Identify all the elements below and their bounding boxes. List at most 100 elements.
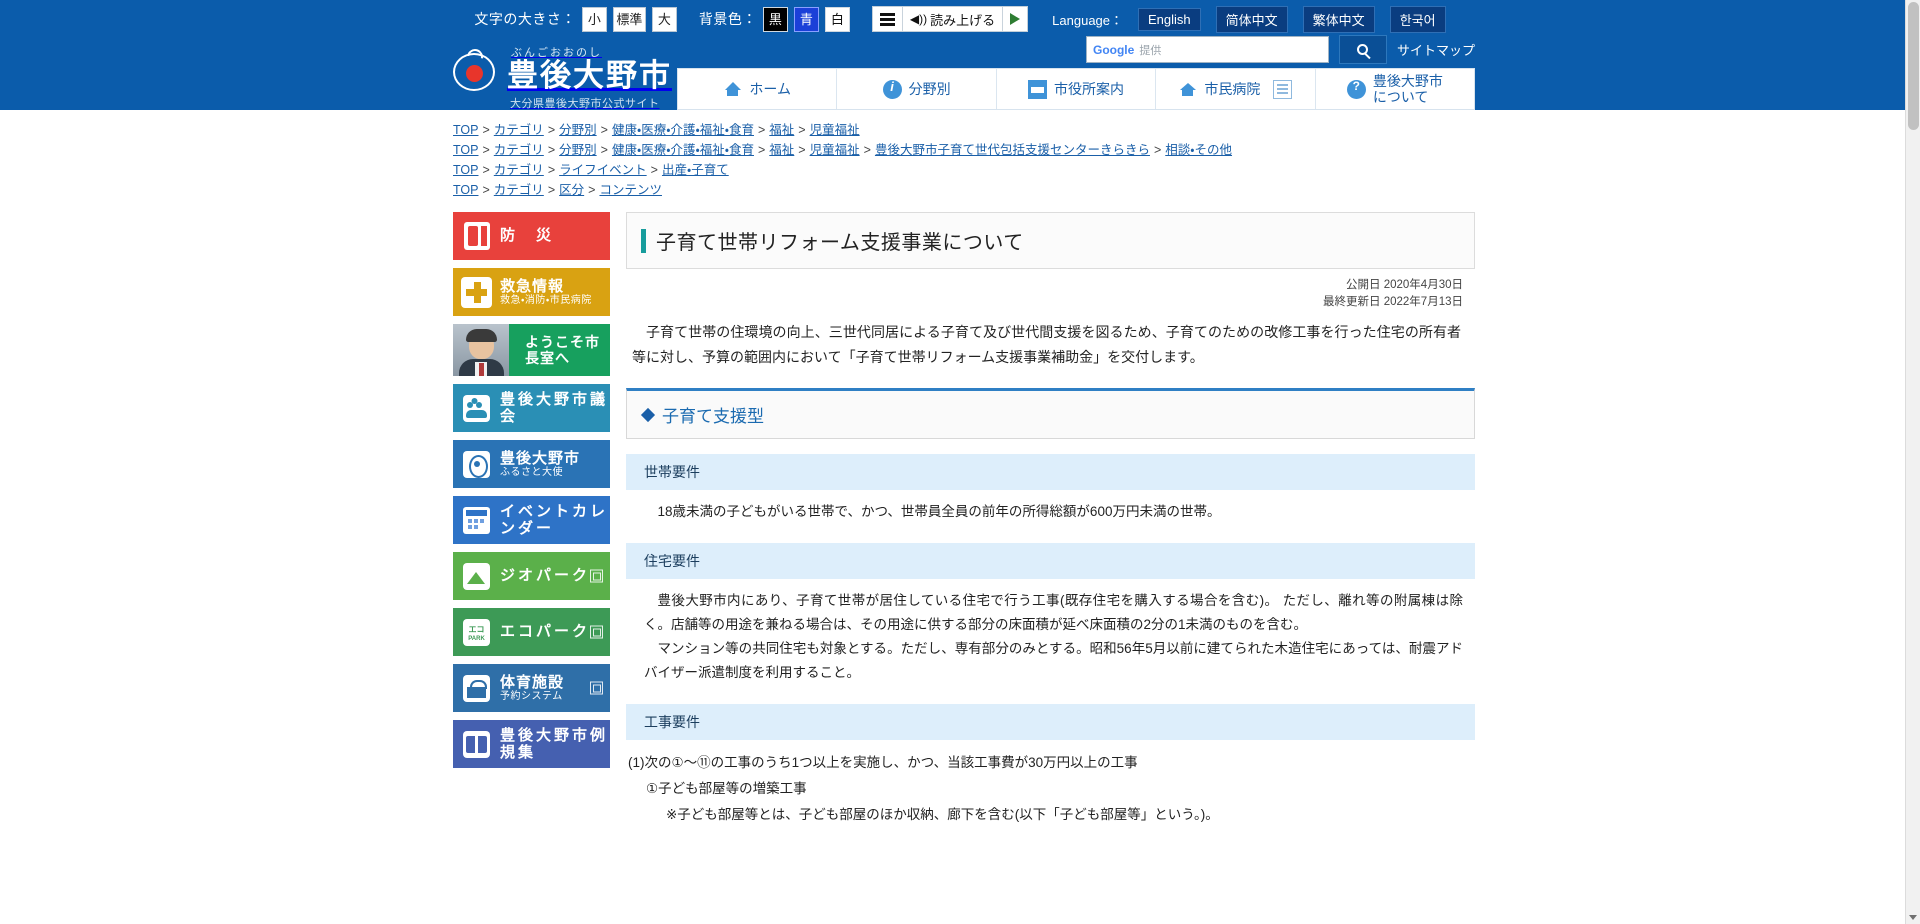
breadcrumb-link[interactable]: コンテンツ [599, 183, 662, 197]
page-title-text: 子育て世帯リフォーム支援事業について [656, 232, 1024, 254]
breadcrumb-link[interactable]: TOP [453, 163, 478, 177]
nav-item-by-field[interactable]: 分野別 [837, 69, 997, 109]
sidebar-banner[interactable]: 防 災 [453, 212, 610, 260]
breadcrumb-link[interactable]: カテゴリ [494, 123, 544, 137]
breadcrumb-separator: > [757, 143, 766, 157]
breadcrumb-link[interactable]: 児童福祉 [810, 123, 860, 137]
sidebar-banner-subtitle: 救急・消防・市民病院 [500, 294, 592, 306]
read-aloud-button[interactable]: ◀)) 読み上げる [903, 7, 1004, 31]
list-item: ※子ども部屋等とは、子ども部屋のほか収納、廊下を含む(以下「子ども部屋等」という… [666, 807, 1219, 822]
breadcrumb-link[interactable]: 分野別 [559, 123, 597, 137]
breadcrumb-link[interactable]: 豊後大野市子育て世代包括支援センターきらきら [875, 143, 1150, 157]
sidebar-banner[interactable]: 豊後大野市例規集 [453, 720, 610, 768]
published-label: 公開日 [1346, 279, 1381, 291]
nav-item-about-city[interactable]: 豊後大野市 について [1316, 69, 1474, 109]
breadcrumb-link[interactable]: 福祉 [769, 143, 794, 157]
breadcrumb-link[interactable]: カテゴリ [494, 163, 544, 177]
body-paragraph: 豊後大野市内にあり、子育て世帯が居住している住宅で行う工事(既存住宅を購入する場… [644, 593, 1463, 632]
breadcrumb-separator: > [482, 163, 490, 177]
search-provided-label: 提供 [1139, 44, 1162, 57]
hamburger-lines-icon [879, 12, 895, 26]
breadcrumb-separator: > [547, 123, 556, 137]
language-simplified-chinese-button[interactable]: 简体中文 [1215, 5, 1288, 33]
breadcrumb-separator: > [863, 143, 871, 157]
site-logo[interactable]: ぶんごおおのし 豊後大野市 大分県豊後大野市公式サイト [453, 42, 672, 111]
bg-color-white-button[interactable]: 白 [824, 6, 850, 32]
document-icon [1273, 79, 1293, 99]
breadcrumb-separator: > [588, 183, 596, 197]
breadcrumb-link[interactable]: カテゴリ [494, 183, 544, 197]
nav-label-about-city-line1: 豊後大野市 [1372, 72, 1443, 89]
sidebar-banner[interactable]: ジオパーク [453, 552, 610, 600]
page-body: 防 災救急情報 救急・消防・市民病院ようこそ市長室へ豊後大野市議会 豊後大野市 ふるさ… [445, 204, 1475, 828]
breadcrumb-link[interactable]: ライフイベント [559, 163, 647, 177]
language-english-button[interactable]: English [1138, 7, 1201, 31]
nav-label-about-city-line2: について [1372, 89, 1429, 105]
breadcrumb-link[interactable]: 出産・子育て [662, 163, 729, 177]
language-traditional-chinese-button[interactable]: 繁体中文 [1302, 5, 1375, 33]
sidebar: 防 災救急情報 救急・消防・市民病院ようこそ市長室へ豊後大野市議会 豊後大野市 ふるさ… [453, 212, 610, 776]
sidebar-banner[interactable]: 豊後大野市議会 [453, 384, 610, 432]
title-accent-bar [641, 228, 646, 253]
font-size-label: 文字の大きさ： [474, 11, 576, 27]
nav-item-home[interactable]: ホーム [678, 69, 838, 109]
sidebar-banner-subtitle: ふるさと大使 [500, 466, 563, 478]
nav-item-hospital[interactable]: 市民病院 [1156, 69, 1316, 109]
font-size-large-button[interactable]: 大 [651, 6, 677, 32]
breadcrumb-link[interactable]: 相談・その他 [1165, 143, 1232, 157]
subsection-body: 豊後大野市内にあり、子育て世帯が居住している住宅で行う工事(既存住宅を購入する場… [626, 579, 1475, 689]
breadcrumb-link[interactable]: TOP [453, 183, 478, 197]
sidebar-banner[interactable]: エコパーク [453, 608, 610, 656]
language-korean-button[interactable]: 한국어 [1389, 5, 1446, 33]
utility-bar: 文字の大きさ： 小 標準 大 背景色： 黒 青 白 ◀)) 読み上げる Lang… [0, 0, 1920, 38]
sidebar-banner-title: ようこそ市長室へ [525, 333, 600, 366]
breadcrumb-link[interactable]: 区分 [559, 183, 584, 197]
nav-label-hospital: 市民病院 [1204, 80, 1261, 97]
sidebar-banner-title: 救急情報 救急・消防・市民病院 [500, 277, 592, 306]
sidebar-banner[interactable]: 体育施設 予約システム [453, 664, 610, 712]
sidebar-banner[interactable]: 豊後大野市 ふるさと大使 [453, 440, 610, 488]
subsection-heading: 住宅要件 [626, 543, 1475, 579]
body-paragraph: マンション等の共同住宅も対象とする。ただし、専有部分のみとする。昭和56年5月以… [644, 641, 1463, 680]
diamond-bullet-icon [640, 407, 656, 422]
scroll-down-arrow-icon[interactable] [1909, 915, 1917, 920]
breadcrumb-link[interactable]: 健康・医療・介護・福祉・食育 [612, 123, 754, 137]
bg-color-black-button[interactable]: 黒 [762, 6, 788, 32]
building-icon [1028, 79, 1048, 99]
updated-date-line: 最終更新日 2022年7月13日 [626, 294, 1463, 311]
scrollbar-thumb[interactable] [1908, 2, 1919, 130]
publish-dates: 公開日 2020年4月30日 最終更新日 2022年7月13日 [626, 269, 1475, 311]
breadcrumb-link[interactable]: カテゴリ [494, 143, 544, 157]
sidebar-banner-title: ジオパーク [500, 567, 591, 585]
external-link-icon [590, 569, 603, 583]
sidebar-banner[interactable]: ようこそ市長室へ [453, 324, 610, 376]
breadcrumb-link[interactable]: TOP [453, 143, 478, 157]
calendar-icon [461, 505, 492, 536]
sitemap-link[interactable]: サイトマップ [1397, 40, 1475, 59]
search-icon [1357, 44, 1369, 55]
vertical-scrollbar[interactable] [1905, 0, 1920, 924]
book-icon [461, 729, 492, 760]
bg-color-blue-button[interactable]: 青 [793, 6, 819, 32]
breadcrumb-link[interactable]: 児童福祉 [810, 143, 860, 157]
subsection-heading: 世帯要件 [626, 454, 1475, 490]
nav-item-city-hall[interactable]: 市役所案内 [997, 69, 1157, 109]
menu-icon[interactable] [873, 7, 903, 31]
sidebar-banner[interactable]: イベントカレンダー [453, 496, 610, 544]
breadcrumb-link[interactable]: 健康・医療・介護・福祉・食育 [612, 143, 754, 157]
search-button[interactable] [1338, 35, 1387, 64]
published-date-line: 公開日 2020年4月30日 [626, 277, 1463, 294]
question-circle-icon [1346, 79, 1366, 99]
play-button[interactable] [1003, 7, 1027, 31]
font-size-normal-button[interactable]: 標準 [612, 6, 646, 32]
font-size-small-button[interactable]: 小 [581, 6, 607, 32]
breadcrumb-link[interactable]: TOP [453, 123, 478, 137]
breadcrumb-link[interactable]: 福祉 [769, 123, 794, 137]
breadcrumb-separator: > [600, 143, 608, 157]
breadcrumb-separator: > [547, 143, 556, 157]
breadcrumb-link[interactable]: 分野別 [559, 143, 597, 157]
page-title: 子育て世帯リフォーム支援事業について [626, 212, 1475, 269]
sidebar-banner[interactable]: 救急情報 救急・消防・市民病院 [453, 268, 610, 316]
speech-toolbar: ◀)) 読み上げる [871, 6, 1029, 32]
search-input[interactable]: Google 提供 [1085, 36, 1329, 63]
